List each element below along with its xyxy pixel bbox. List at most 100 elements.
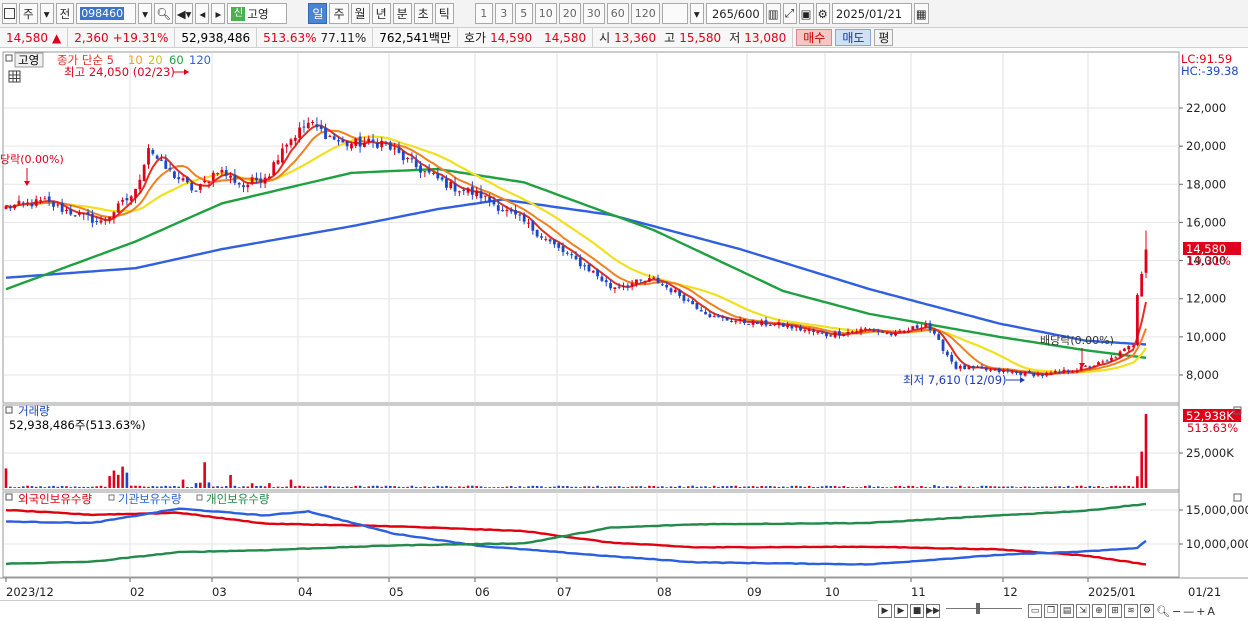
market-type-select[interactable]: 주 xyxy=(19,3,38,24)
candle-body xyxy=(1010,371,1014,373)
prev-stock-icon[interactable]: ◂ xyxy=(195,3,210,24)
next-stock-icon[interactable]: ▸ xyxy=(211,3,226,24)
volume-bar xyxy=(1110,486,1113,488)
overlay-icon[interactable]: ⊕ xyxy=(1092,604,1106,618)
candle-body xyxy=(168,167,172,170)
scale-icon[interactable]: ≋ xyxy=(1124,604,1138,618)
interval-10[interactable]: 10 xyxy=(534,3,557,24)
candle-body xyxy=(319,125,323,129)
buy-button[interactable]: 매수 xyxy=(796,29,833,46)
code-dropdown-icon[interactable]: ▾ xyxy=(138,3,153,24)
zoom-icon[interactable]: 🔍︎ xyxy=(1156,605,1170,618)
interval-3[interactable]: 3 xyxy=(494,3,513,24)
period-year[interactable]: 년 xyxy=(371,3,391,24)
candle-body xyxy=(86,212,90,215)
volume-bar xyxy=(414,486,418,488)
candle-body xyxy=(328,135,332,137)
interval-dropdown-icon[interactable]: ▾ xyxy=(689,3,704,24)
draw-tools-icon[interactable]: ▥ xyxy=(765,3,781,24)
export-icon[interactable]: ⇲ xyxy=(1076,604,1090,618)
fast-forward-icon[interactable]: ▶▶ xyxy=(926,604,940,618)
volume-bar xyxy=(302,486,306,488)
speaker-icon[interactable]: ◀▾ xyxy=(174,3,194,24)
indicator-icon[interactable]: ⤢ xyxy=(782,3,797,24)
volume-bar xyxy=(376,485,379,488)
candle-body xyxy=(509,209,513,212)
volume-bar xyxy=(1131,486,1135,488)
scroll-right-icon[interactable]: ▶ xyxy=(878,604,892,618)
candle-body xyxy=(708,314,712,318)
volume-bar xyxy=(553,486,556,488)
y-tick-label: 15,000,000 xyxy=(1186,503,1248,517)
volume-bar xyxy=(803,486,807,488)
search-icon[interactable]: 🔍︎ xyxy=(154,3,173,24)
zoom-out-icon[interactable]: − xyxy=(1172,605,1181,618)
interval-1[interactable]: 1 xyxy=(474,3,493,24)
volume-bar xyxy=(458,486,461,488)
volume-bar xyxy=(1084,486,1087,488)
candle-body xyxy=(721,316,725,318)
candle-body xyxy=(224,170,228,176)
zoom-slider[interactable] xyxy=(946,603,1022,614)
candle-body xyxy=(630,283,634,287)
volume-bar xyxy=(259,485,263,488)
interval-5[interactable]: 5 xyxy=(514,3,533,24)
zoom-in-icon[interactable]: + xyxy=(1196,605,1205,618)
candle-body xyxy=(324,127,327,140)
front-button[interactable]: 전 xyxy=(55,3,75,24)
play-icon[interactable]: ▶ xyxy=(894,604,908,618)
stock-code-input[interactable]: 098460 xyxy=(76,3,137,24)
current-price: 14,580 ▲ xyxy=(0,28,69,47)
candle-body xyxy=(475,190,479,197)
compare-icon[interactable]: ⊞ xyxy=(1108,604,1122,618)
period-month[interactable]: 월 xyxy=(350,3,370,24)
candle-body xyxy=(246,184,250,188)
candle-body xyxy=(825,332,828,337)
stock-chart[interactable]: 고영 종가 단순 5 10 20 60 120 최고 24,050 (02/23… xyxy=(0,50,1248,601)
settings-icon[interactable]: ⚙ xyxy=(815,3,830,24)
interval-60[interactable]: 60 xyxy=(606,3,629,24)
period-day[interactable]: 일 xyxy=(308,3,328,24)
candle-body xyxy=(82,213,86,215)
interval-custom-input[interactable] xyxy=(661,3,688,24)
font-size-icon[interactable]: A xyxy=(1207,605,1215,618)
volume-bar xyxy=(475,486,478,488)
stock-name-field[interactable]: 신 고영 xyxy=(227,3,288,24)
candle-count-field[interactable]: 265/600 xyxy=(705,3,764,24)
candle-body xyxy=(682,294,686,301)
volume-bar xyxy=(876,486,880,488)
candle-body xyxy=(315,124,319,128)
candle-body xyxy=(596,269,599,277)
split-view-icon[interactable]: ▭ xyxy=(1028,604,1042,618)
period-second[interactable]: 초 xyxy=(413,3,433,24)
table-toggle-icon[interactable] xyxy=(8,70,21,83)
chart-type-icon[interactable] xyxy=(2,3,17,24)
candle-body xyxy=(1032,372,1036,377)
settings-small-icon[interactable]: ⚙ xyxy=(1140,604,1154,618)
volume-bar xyxy=(69,487,73,488)
market-dropdown-icon[interactable]: ▾ xyxy=(39,3,54,24)
candle-body xyxy=(1123,348,1126,352)
calendar-icon[interactable]: ▦ xyxy=(913,3,929,24)
candle-body xyxy=(790,325,794,329)
period-minute[interactable]: 분 xyxy=(392,3,412,24)
stop-icon[interactable]: ■ xyxy=(910,604,924,618)
volume-bar xyxy=(665,487,668,488)
period-tick[interactable]: 틱 xyxy=(434,3,454,24)
date-field[interactable]: 2025/01/21 xyxy=(831,3,912,24)
copy-icon[interactable]: ❐ xyxy=(1044,604,1058,618)
interval-20[interactable]: 20 xyxy=(558,3,581,24)
print-icon[interactable]: ▤ xyxy=(1060,604,1074,618)
candle-body xyxy=(989,369,992,371)
evaluation-button[interactable]: 평 xyxy=(874,29,894,46)
interval-120[interactable]: 120 xyxy=(630,3,660,24)
candle-body xyxy=(941,339,945,351)
candle-body xyxy=(30,203,34,207)
candle-body xyxy=(557,243,561,248)
save-icon[interactable]: ▣ xyxy=(798,3,814,24)
period-week[interactable]: 주 xyxy=(329,3,349,24)
volume-bar xyxy=(47,486,51,488)
sell-button[interactable]: 매도 xyxy=(835,29,872,46)
candle-body xyxy=(561,246,565,253)
interval-30[interactable]: 30 xyxy=(582,3,605,24)
